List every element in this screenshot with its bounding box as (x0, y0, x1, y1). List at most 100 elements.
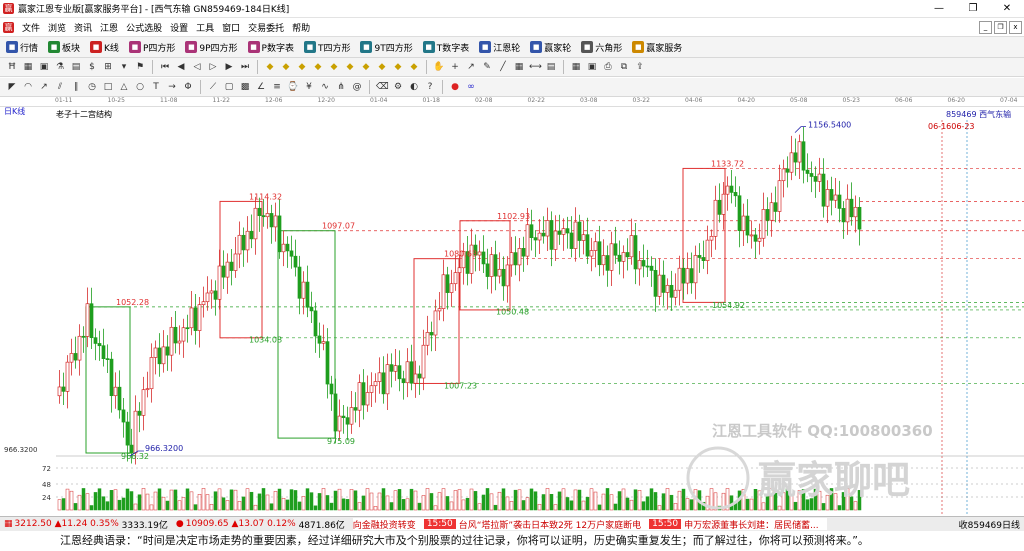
gann-square-icon[interactable]: ▩ (239, 81, 251, 93)
menu-trade[interactable]: 交易委托 (244, 21, 288, 34)
candlestick-chart[interactable]: 日K线 老子十二宫结构 859469 西气东输 06-1606-23 966.3200 7… (0, 106, 1024, 516)
last-icon[interactable]: ⏭ (239, 61, 251, 73)
parallel-icon[interactable]: ∥ (70, 81, 82, 93)
ellipse-icon[interactable]: ○ (134, 81, 146, 93)
dollar-icon[interactable]: $ (86, 61, 98, 73)
menu-formula[interactable]: 公式选股 (122, 21, 166, 34)
table-icon[interactable]: ▤ (545, 61, 557, 73)
first-icon[interactable]: ⏮ (159, 61, 171, 73)
arc-icon[interactable]: ◠ (22, 81, 34, 93)
color-tool-icon[interactable]: ◐ (408, 81, 420, 93)
bars-icon[interactable]: ▤ (70, 61, 82, 73)
h-icon[interactable]: Ħ (6, 61, 18, 73)
pitchfork-icon[interactable]: ⋔ (335, 81, 347, 93)
palette-icon[interactable]: ✎ (481, 61, 493, 73)
chart-icon[interactable]: ⊞ (102, 61, 114, 73)
wave-icon[interactable]: ∿ (319, 81, 331, 93)
news-item[interactable]: 向金融投资转变 (353, 518, 416, 531)
toolbar-button-12[interactable]: ■ 赢家服务 (626, 41, 686, 54)
erase-icon[interactable]: ⌫ (376, 81, 389, 93)
toolbar-button-5[interactable]: ■ P数字表 (242, 41, 298, 54)
arrow-tool-icon[interactable]: → (166, 81, 178, 93)
mdi-minimize-button[interactable]: _ (979, 20, 992, 34)
diamond-e-icon[interactable]: ◆ (328, 61, 340, 73)
channel-icon[interactable]: ⫽ (54, 81, 66, 93)
toolbar-button-4[interactable]: ■ 9P四方形 (179, 41, 241, 54)
diamond-j-icon[interactable]: ◆ (408, 61, 420, 73)
text-tool-icon[interactable]: T (150, 81, 162, 93)
toolbar-button-1[interactable]: ■ 板块 (42, 41, 84, 54)
cross-icon[interactable]: + (449, 61, 461, 73)
mdi-close-button[interactable]: x (1009, 20, 1022, 34)
calendar-icon[interactable]: ▦ (570, 61, 582, 73)
news-item[interactable]: 台风“塔拉斯”袭击日本致2死 12万户家庭断电 (459, 518, 641, 531)
restore-button[interactable]: ❐ (956, 3, 990, 14)
minimize-button[interactable]: — (922, 3, 956, 14)
menu-file[interactable]: 文件 (18, 21, 44, 34)
settings-tool-icon[interactable]: ⚙ (392, 81, 404, 93)
close-button[interactable]: ✕ (990, 3, 1024, 14)
menu-info[interactable]: 资讯 (70, 21, 96, 34)
sz-index[interactable]: ● 10909.65 ▲13.07 0.12% 4871.86亿 (172, 518, 349, 531)
toolbar-button-10[interactable]: ■ 赢家轮 (524, 41, 575, 54)
square-icon[interactable]: ▣ (38, 61, 50, 73)
back-icon[interactable]: ◁ (191, 61, 203, 73)
menu-help[interactable]: 帮助 (288, 21, 314, 34)
export-icon[interactable]: ⇪ (634, 61, 646, 73)
pattern-icon[interactable]: ▦ (22, 61, 34, 73)
triangle-icon[interactable]: △ (118, 81, 130, 93)
print-icon[interactable]: ⎙ (602, 61, 614, 73)
copy-icon[interactable]: ⧉ (618, 61, 630, 73)
diamond-b-icon[interactable]: ◆ (280, 61, 292, 73)
fib-icon[interactable]: Φ (182, 81, 194, 93)
menu-gann[interactable]: 江恩 (96, 21, 122, 34)
toolbar-button-11[interactable]: ■ 六角形 (575, 41, 626, 54)
diamond-c-icon[interactable]: ◆ (296, 61, 308, 73)
cycle-icon[interactable]: ◷ (86, 81, 98, 93)
flask-icon[interactable]: ⚗ (54, 61, 66, 73)
diamond-h-icon[interactable]: ◆ (376, 61, 388, 73)
diamond-i-icon[interactable]: ◆ (392, 61, 404, 73)
flag-icon[interactable]: ⚑ (134, 61, 146, 73)
mdi-restore-button[interactable]: ❐ (994, 20, 1007, 34)
toolbar-button-3[interactable]: ■ P四方形 (123, 41, 179, 54)
price-icon[interactable]: ¥ (303, 81, 315, 93)
angle-icon[interactable]: ∠ (255, 81, 267, 93)
next-icon[interactable]: ▶ (223, 61, 235, 73)
diamond-g-icon[interactable]: ◆ (360, 61, 372, 73)
news-item[interactable]: 申万宏源董事长刘建：居民储蓄... (684, 518, 819, 531)
forward-icon[interactable]: ▷ (207, 61, 219, 73)
ray-icon[interactable]: ↗ (38, 81, 50, 93)
time-icon[interactable]: ⌚ (287, 81, 299, 93)
menu-tools[interactable]: 工具 (192, 21, 218, 34)
help-tool-icon[interactable]: ? (424, 81, 436, 93)
toolbar-button-7[interactable]: ■ 9T四方形 (354, 41, 416, 54)
toolbar-button-6[interactable]: ■ T四方形 (298, 41, 355, 54)
hand-icon[interactable]: ✋ (433, 61, 445, 73)
fan-icon[interactable]: ◤ (6, 81, 18, 93)
menu-window[interactable]: 窗口 (218, 21, 244, 34)
speed-icon[interactable]: ≡ (271, 81, 283, 93)
sh-index[interactable]: ▦ 3212.50 ▲11.24 0.35% 3333.19亿 (0, 518, 172, 531)
menu-browse[interactable]: 浏览 (44, 21, 70, 34)
gann-box-icon[interactable]: ▢ (223, 81, 235, 93)
save-icon[interactable]: ▣ (586, 61, 598, 73)
arrow-icon[interactable]: ↗ (465, 61, 477, 73)
measure-icon[interactable]: ⟷ (529, 61, 542, 73)
toolbar-button-0[interactable]: ■ 行情 (0, 41, 42, 54)
grid-tool-icon[interactable]: ▦ (513, 61, 525, 73)
toolbar-button-2[interactable]: ■ K线 (84, 41, 123, 54)
infinity-icon[interactable]: ∞ (465, 81, 477, 93)
toolbar-button-8[interactable]: ■ T数字表 (417, 41, 474, 54)
prev-icon[interactable]: ◀ (175, 61, 187, 73)
diamond-f-icon[interactable]: ◆ (344, 61, 356, 73)
square-tool-icon[interactable]: □ (102, 81, 114, 93)
diamond-d-icon[interactable]: ◆ (312, 61, 324, 73)
menu-settings[interactable]: 设置 (166, 21, 192, 34)
toolbar-button-9[interactable]: ■ 江恩轮 (473, 41, 524, 54)
news-ticker[interactable]: 向金融投资转变 15:50 台风“塔拉斯”袭击日本致2死 12万户家庭断电 15… (352, 518, 827, 531)
gann-fan-icon[interactable]: ⟋ (207, 81, 219, 93)
apple-icon[interactable]: ● (449, 81, 461, 93)
diamond-a-icon[interactable]: ◆ (264, 61, 276, 73)
line-tool-icon[interactable]: ╱ (497, 61, 509, 73)
